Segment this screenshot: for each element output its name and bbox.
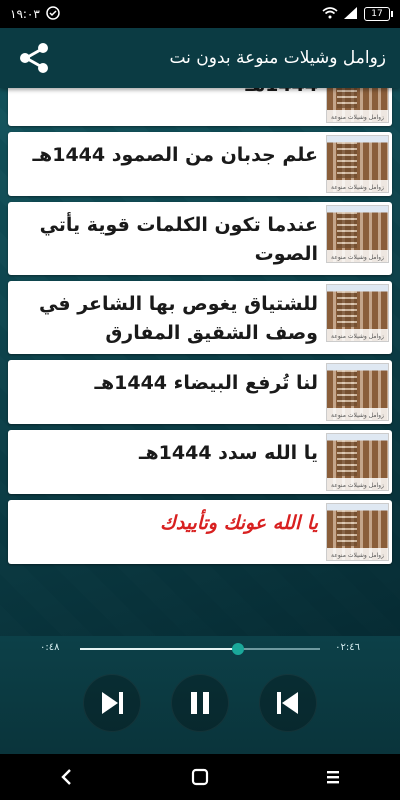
- pause-button[interactable]: [171, 674, 229, 732]
- seek-bar-fill: [80, 648, 239, 650]
- track-item[interactable]: زوامل وشيلات منوعة عندما تكون الكلمات قوي…: [8, 202, 392, 275]
- app-title: زوامل وشيلات منوعة بدون نت: [169, 48, 386, 68]
- elapsed-time: ٠:٤٨: [40, 642, 60, 653]
- track-list: زوامل وشيلات منوعة1444هـزوامل وشيلات منو…: [0, 88, 400, 570]
- track-item[interactable]: زوامل وشيلات منوعة يا الله عونك وتأييدك: [8, 500, 392, 564]
- track-list-area[interactable]: زوامل وشيلات منوعة1444هـزوامل وشيلات منو…: [0, 88, 400, 636]
- track-title: علم جدبان من الصمود 1444هـ: [32, 144, 318, 166]
- thumbnail-caption: زوامل وشيلات منوعة: [331, 333, 384, 340]
- thumbnail-caption: زوامل وشيلات منوعة: [331, 184, 384, 191]
- track-thumbnail: زوامل وشيلات منوعة: [326, 88, 389, 123]
- track-item[interactable]: زوامل وشيلات منوعة للشتياق يغوص بها الشاع…: [8, 281, 392, 354]
- status-bar: ١٩:٠٣ 17: [0, 0, 400, 28]
- system-nav-bar: [0, 754, 400, 800]
- track-title: 1444هـ: [11, 88, 326, 104]
- track-thumbnail: زوامل وشيلات منوعة: [326, 433, 389, 491]
- status-right: 17: [322, 6, 393, 22]
- thumbnail-caption: زوامل وشيلات منوعة: [331, 412, 384, 419]
- player-panel: ٠:٤٨ ٠٢:٤٦: [0, 636, 400, 754]
- track-title: يا الله عونك وتأييدك: [160, 512, 318, 534]
- nav-recents-button[interactable]: [313, 757, 353, 797]
- nav-back-button[interactable]: [47, 757, 87, 797]
- vpn-icon: [46, 5, 60, 23]
- battery-level: 17: [371, 9, 383, 19]
- track-item[interactable]: زوامل وشيلات منوعة 1444هـ: [8, 88, 392, 126]
- share-button[interactable]: [14, 38, 54, 78]
- skip-previous-icon: [277, 692, 298, 714]
- app-toolbar: زوامل وشيلات منوعة بدون نت: [0, 28, 400, 88]
- track-item[interactable]: زوامل وشيلات منوعة علم جدبان من الصمود 14…: [8, 132, 392, 196]
- recents-icon: [327, 771, 340, 784]
- signal-icon: [344, 6, 358, 22]
- skip-next-icon: [102, 692, 123, 714]
- seek-bar[interactable]: [80, 643, 320, 655]
- track-thumbnail: زوامل وشيلات منوعة: [326, 135, 389, 193]
- track-item[interactable]: زوامل وشيلات منوعة يا الله سدد 1444هـ: [8, 430, 392, 494]
- status-time: ١٩:٠٣: [10, 7, 40, 21]
- track-thumbnail: زوامل وشيلات منوعة: [326, 284, 389, 342]
- track-thumbnail: زوامل وشيلات منوعة: [326, 205, 389, 263]
- next-button[interactable]: [83, 674, 141, 732]
- thumbnail-caption: زوامل وشيلات منوعة: [331, 552, 384, 559]
- duration-time: ٠٢:٤٦: [335, 642, 360, 653]
- thumbnail-caption: زوامل وشيلات منوعة: [331, 482, 384, 489]
- back-icon: [60, 769, 71, 785]
- wifi-icon: [322, 6, 338, 22]
- battery-icon: 17: [364, 7, 393, 21]
- track-item[interactable]: زوامل وشيلات منوعة لنا تُرفع البيضاء 1444…: [8, 360, 392, 424]
- player-controls: [0, 670, 400, 736]
- track-thumbnail: زوامل وشيلات منوعة: [326, 363, 389, 421]
- pause-icon: [191, 692, 209, 714]
- track-title: عندما تكون الكلمات قوية يأتي الصوت: [39, 214, 318, 265]
- track-thumbnail: زوامل وشيلات منوعة: [326, 503, 389, 561]
- track-title: لنا تُرفع البيضاء 1444هـ: [94, 372, 318, 394]
- previous-button[interactable]: [259, 674, 317, 732]
- home-icon: [191, 768, 209, 786]
- thumbnail-caption: زوامل وشيلات منوعة: [331, 254, 384, 261]
- seek-bar-knob[interactable]: [232, 643, 245, 655]
- nav-home-button[interactable]: [180, 757, 220, 797]
- status-left: ١٩:٠٣: [10, 5, 60, 23]
- track-title: يا الله سدد 1444هـ: [138, 442, 318, 464]
- thumbnail-caption: زوامل وشيلات منوعة: [331, 114, 384, 121]
- track-title: للشتياق يغوص بها الشاعر في وصف الشقيق ال…: [38, 293, 318, 344]
- share-icon: [20, 43, 48, 73]
